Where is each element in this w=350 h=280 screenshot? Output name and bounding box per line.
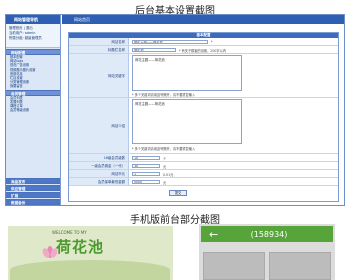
nav-group-backup[interactable]: 数据备份 <box>6 199 60 205</box>
row-label: 网站名称 <box>69 38 129 45</box>
lotus-leaf-decoration <box>10 260 170 280</box>
brand-name: 荷花池 <box>56 238 105 256</box>
content-thumbnail[interactable] <box>269 252 331 280</box>
description-textarea[interactable]: 荷花主题——荷花池 <box>132 99 242 144</box>
content-thumbnail[interactable] <box>203 252 265 280</box>
row-label: 会员保单最低金额 <box>69 178 129 185</box>
member-levels-input[interactable]: 10 <box>132 155 160 160</box>
row-label: 16级会员级数 <box>69 154 129 161</box>
row-hint: 0.01元 <box>163 172 174 177</box>
row-site-name: 网站名称 荷花主题——荷花池 * <box>69 38 338 46</box>
arrow-left-icon[interactable]: ← <box>209 228 218 242</box>
commission-input[interactable]: 30 <box>132 163 160 168</box>
nav-item[interactable]: 我要留言 <box>6 84 60 88</box>
mobile-detail-screenshot: (158934) ← <box>199 224 335 280</box>
mobile-home-screenshot: WELCOME TO MY 荷花池 <box>8 226 173 280</box>
user-group: 所属分组: 超级管理员 <box>9 36 42 40</box>
mobile-header-bar: (158934) ← <box>201 226 333 242</box>
row-hint: * 有关于模板的设置，200字以内 <box>179 48 226 53</box>
keywords-value: 荷花主题——荷花池 <box>135 58 165 62</box>
row-hint: 元 <box>163 180 167 185</box>
row-keywords: 网站关键字 荷花主题——荷花池 * 多个关键词请用逗号隔开，请不要重复输入 <box>69 54 338 98</box>
row-site-currency: 网站币元 1 0.01元 <box>69 170 338 178</box>
nav-group-supply[interactable]: 供应管理 <box>6 185 60 191</box>
sidebar-header: 网站管理导航 <box>6 15 60 24</box>
row-member-levels: 16级会员级数 10 个 <box>69 154 338 162</box>
site-name-input[interactable]: 荷花主题——荷花池 <box>132 39 208 44</box>
nav-group-extend[interactable]: 扩展 <box>6 192 60 198</box>
row-label: 网站关键字 <box>69 54 129 97</box>
description-value: 荷花主题——荷花池 <box>135 102 165 106</box>
nav-item[interactable]: 会员等级设置 <box>6 108 60 112</box>
row-hint: * 多个关键词请用逗号隔开，请不要重复输入 <box>132 93 196 97</box>
nav-group-products[interactable]: 商品发布 <box>6 178 60 184</box>
row-description: 网站介绍 荷花主题——荷花池 * 多个关键词请用逗号隔开，请不要重复输入 <box>69 98 338 154</box>
keywords-textarea[interactable]: 荷花主题——荷花池 <box>132 55 242 91</box>
main-topbar: 网站首页 <box>62 15 344 24</box>
sidebar: 网站管理导航 管理首页 | 退出 当前用户: admin 所属分组: 超级管理员… <box>6 15 61 205</box>
row-hint: 元 <box>163 164 167 169</box>
config-panel: 基本配置 网站名称 荷花主题——荷花池 * 标题栏名称 荷花池 * 有关于模板的… <box>68 32 339 202</box>
row-hint: * <box>211 39 213 44</box>
submit-button[interactable]: 提交 <box>169 190 187 196</box>
row-title-bar: 标题栏名称 荷花池 * 有关于模板的设置，200字以内 <box>69 46 338 54</box>
main-content: 网站首页 基本配置 网站名称 荷花主题——荷花池 * 标题栏名称 荷花池 * 有… <box>62 15 344 205</box>
row-hint: 个 <box>163 156 167 161</box>
header-number: (158934) <box>250 230 288 239</box>
row-label: 网站介绍 <box>69 98 129 153</box>
row-label: 标题栏名称 <box>69 46 129 53</box>
row-min-amount: 会员保单最低金额 5000 元 <box>69 178 338 186</box>
site-currency-input[interactable]: 1 <box>132 171 160 176</box>
row-label: 网站币元 <box>69 170 129 177</box>
row-label: 一级会员佣金（一代） <box>69 162 129 169</box>
admin-window: 网站管理导航 管理首页 | 退出 当前用户: admin 所属分组: 超级管理员… <box>5 14 345 206</box>
min-amount-input[interactable]: 5000 <box>132 179 160 184</box>
row-commission: 一级会员佣金（一代） 30 元 <box>69 162 338 170</box>
welcome-text: WELCOME TO MY <box>52 230 87 235</box>
row-hint: * 多个关键词请用逗号隔开，请不要重复输入 <box>132 147 196 151</box>
title-bar-input[interactable]: 荷花池 <box>132 47 176 52</box>
user-info: 管理首页 | 退出 当前用户: admin 所属分组: 超级管理员 <box>6 24 60 48</box>
